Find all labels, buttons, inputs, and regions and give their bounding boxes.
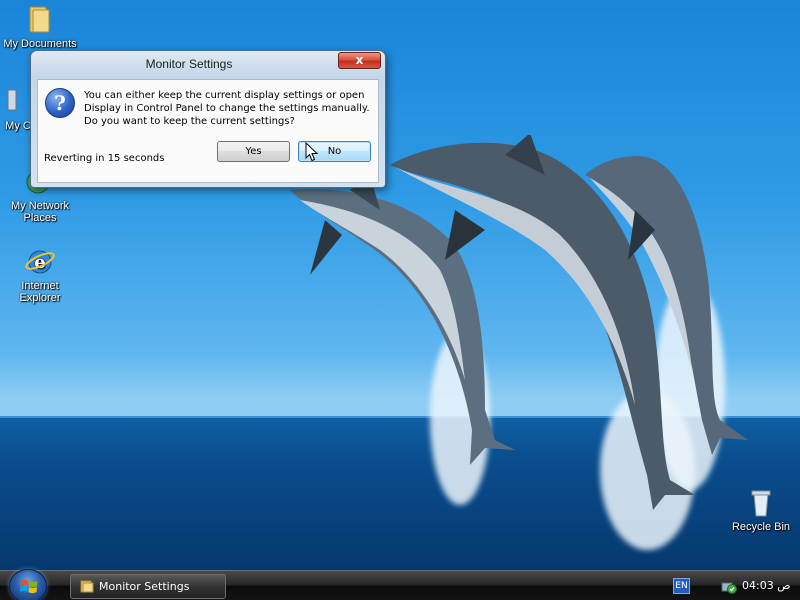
taskbar-button-label: Monitor Settings: [99, 580, 190, 593]
dialog-title: Monitor Settings: [145, 57, 233, 71]
desktop-icon-label: Internet: [21, 280, 59, 292]
folder-icon: [29, 6, 50, 33]
desktop-icon-my-documents[interactable]: My Documents: [0, 4, 80, 50]
dialog-titlebar[interactable]: Monitor Settings x: [31, 51, 385, 77]
start-button[interactable]: [9, 569, 47, 600]
windows-flag-icon: [20, 579, 38, 594]
dolphin-right: [585, 155, 748, 455]
yes-button[interactable]: Yes: [217, 141, 290, 162]
dialog-message: You can either keep the current display …: [84, 89, 374, 128]
question-icon: ?: [45, 88, 75, 118]
message-line: You can either keep the current display …: [84, 90, 365, 101]
desktop-icon-recycle-bin[interactable]: Recycle Bin: [722, 487, 800, 533]
taskbar-button-monitor-settings[interactable]: Monitor Settings: [70, 574, 226, 599]
recycle-bin-icon: [751, 490, 771, 517]
network-status-icon[interactable]: [720, 577, 738, 595]
language-indicator[interactable]: EN: [673, 578, 690, 594]
desktop-icon-label: My Documents: [3, 38, 77, 50]
desktop-icon-internet-explorer[interactable]: e Internet Explorer: [0, 246, 80, 304]
dialog-body: ? You can either keep the current displa…: [37, 79, 379, 183]
monitor-settings-dialog: Monitor Settings x ? You can either keep…: [30, 50, 386, 188]
taskbar: Monitor Settings EN 04:03 ص: [0, 569, 800, 600]
desktop-icon-label: Places: [23, 212, 57, 224]
close-button[interactable]: x: [338, 52, 381, 69]
message-line: Display in Control Panel to change the s…: [84, 103, 370, 114]
desktop-icon-label: Explorer: [19, 292, 61, 304]
internet-explorer-icon: e: [25, 250, 55, 274]
message-line: Do you want to keep the current settings…: [84, 116, 295, 127]
folder-icon: [80, 580, 94, 593]
desktop-icon-label: My Network: [10, 200, 70, 212]
desktop-icon-label: Recycle Bin: [731, 521, 791, 533]
taskbar-clock[interactable]: 04:03 ص: [742, 579, 792, 592]
mouse-pointer-icon: [305, 142, 319, 162]
revert-countdown-text: Reverting in 15 seconds: [44, 153, 165, 164]
